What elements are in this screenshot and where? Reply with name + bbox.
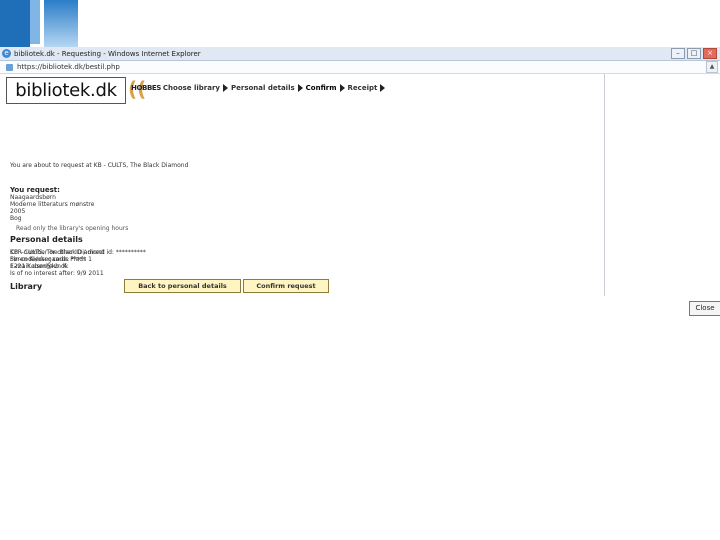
window-controls: – □ × (671, 48, 717, 59)
request-note: Read only the library's opening hours (16, 225, 129, 232)
window-title: bibliotek.dk - Requesting - Windows Inte… (14, 49, 201, 58)
title-bar: e bibliotek.dk - Requesting - Windows In… (0, 47, 720, 61)
minimize-icon[interactable]: – (671, 48, 685, 59)
request-line: Naagaardsbørn (10, 194, 56, 201)
back-to-personal-details-button[interactable]: Back to personal details (124, 279, 241, 293)
decoration-block-dark (0, 0, 30, 48)
step-personal-details[interactable]: Personal details (231, 84, 295, 92)
step-choose-library[interactable]: Choose library (163, 84, 220, 92)
step-home[interactable]: HOBBES (131, 84, 161, 92)
request-heading: You request: (10, 186, 60, 194)
step-confirm: Confirm (305, 84, 337, 92)
url-text[interactable]: https://bibliotek.dk/bestil.php (17, 63, 120, 71)
confirm-request-button[interactable]: Confirm request (243, 279, 329, 293)
bibliotek-logo[interactable]: bibliotek.dk (6, 77, 126, 104)
personal-details-heading: Personal details (10, 235, 83, 244)
close-icon[interactable]: × (703, 48, 717, 59)
request-line: Moderne litteraturs mønstre (10, 201, 95, 208)
slide-decoration (0, 0, 80, 48)
step-breadcrumb: HOBBES Choose library Personal details C… (131, 84, 388, 92)
step-arrow-icon (223, 84, 228, 92)
ie-icon: e (2, 49, 11, 58)
request-line: Bog (10, 215, 22, 222)
decoration-block-light (30, 0, 40, 44)
close-button[interactable]: Close (689, 301, 720, 316)
browser-window: e bibliotek.dk - Requesting - Windows In… (0, 47, 720, 540)
page-content: bibliotek.dk (( HOBBES Choose library Pe… (4, 74, 605, 296)
library-line: 1221 København K (10, 263, 67, 270)
page-icon (6, 63, 13, 71)
step-arrow-icon (297, 84, 303, 92)
maximize-icon[interactable]: □ (687, 48, 701, 59)
library-heading: Library (10, 282, 43, 291)
step-receipt: Receipt (347, 84, 378, 92)
personal-line: Is of no interest after: 9/9 2011 (10, 270, 104, 277)
decoration-block-gradient (44, 0, 78, 48)
step-arrow-icon (380, 84, 386, 92)
request-line: 2005 (10, 208, 26, 215)
step-arrow-icon (339, 84, 345, 92)
scroll-up-icon[interactable]: ▲ (706, 61, 718, 73)
address-bar[interactable]: https://bibliotek.dk/bestil.php (0, 61, 720, 74)
library-line: Søren Kierkegaards Plads 1 (10, 256, 92, 263)
intro-text: You are about to request at KB - CULTS, … (10, 162, 189, 169)
library-line: KB - CULTS, The Black Diamond (10, 249, 105, 256)
